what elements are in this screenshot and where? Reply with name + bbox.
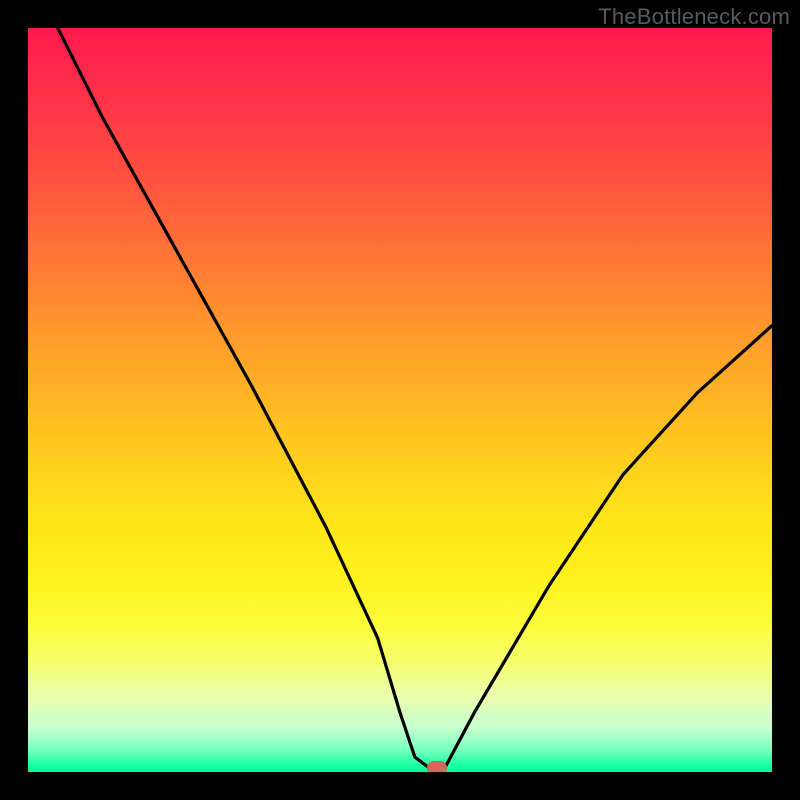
watermark-text: TheBottleneck.com	[598, 4, 790, 30]
plot-area	[28, 28, 772, 772]
chart-frame: TheBottleneck.com	[0, 0, 800, 800]
curve-line	[58, 28, 772, 768]
bottleneck-curve	[28, 28, 772, 772]
minimum-marker	[427, 761, 447, 772]
